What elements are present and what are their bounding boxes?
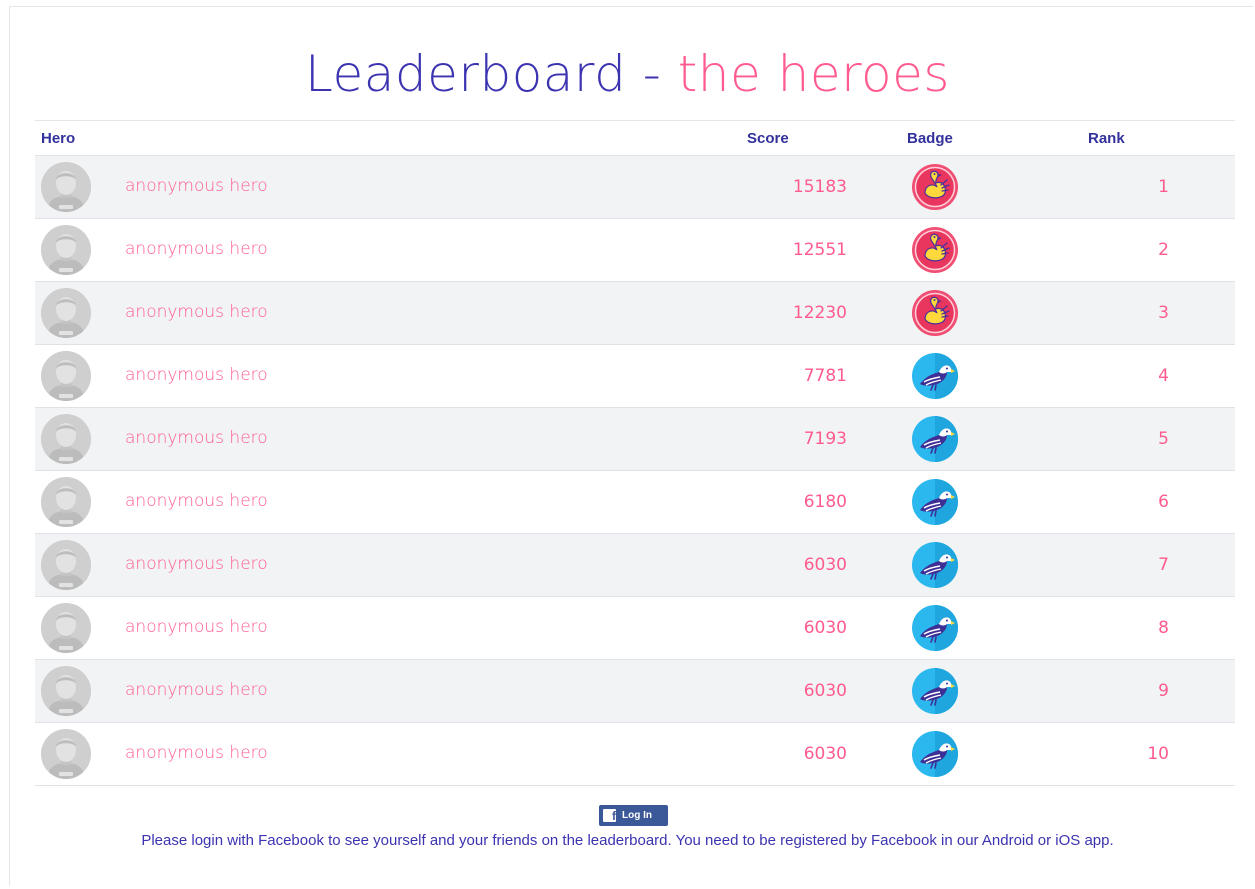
table-row: anonymous hero 7193 5 bbox=[35, 408, 1235, 471]
table-row: anonymous hero 7781 4 bbox=[35, 345, 1235, 408]
hero-rank: 9 bbox=[1158, 681, 1169, 701]
hero-score: 7781 bbox=[803, 366, 847, 386]
eagle-badge-icon bbox=[911, 604, 959, 652]
avatar-icon bbox=[41, 225, 91, 275]
hero-name: anonymous hero bbox=[125, 428, 268, 448]
eagle-badge-icon bbox=[911, 478, 959, 526]
eagle-badge-icon bbox=[911, 541, 959, 589]
title-leaderboard: Leaderboard - bbox=[305, 45, 678, 103]
login-note: Please login with Facebook to see yourse… bbox=[141, 832, 1114, 849]
hero-name: anonymous hero bbox=[125, 365, 268, 385]
table-row: anonymous hero 6180 6 bbox=[35, 471, 1235, 534]
eagle-badge-icon bbox=[911, 667, 959, 715]
column-header-hero: Hero bbox=[41, 130, 76, 147]
swan-badge-icon bbox=[911, 226, 959, 274]
table-header: Hero Score Badge Rank bbox=[35, 121, 1235, 156]
hero-name: anonymous hero bbox=[125, 176, 268, 196]
page-title: Leaderboard - the heroes bbox=[0, 44, 1255, 104]
hero-score: 6030 bbox=[803, 744, 847, 764]
hero-name: anonymous hero bbox=[125, 239, 268, 259]
hero-rank: 10 bbox=[1147, 744, 1169, 764]
table-row: anonymous hero 6030 7 bbox=[35, 534, 1235, 597]
column-header-badge: Badge bbox=[907, 130, 953, 147]
swan-badge-icon bbox=[911, 289, 959, 337]
avatar-icon bbox=[41, 540, 91, 590]
hero-name: anonymous hero bbox=[125, 680, 268, 700]
hero-name: anonymous hero bbox=[125, 491, 268, 511]
column-header-rank: Rank bbox=[1088, 130, 1125, 147]
facebook-login-button[interactable]: f Log In bbox=[599, 805, 668, 826]
hero-score: 12230 bbox=[792, 303, 847, 323]
hero-rank: 3 bbox=[1158, 303, 1169, 323]
avatar-icon bbox=[41, 477, 91, 527]
table-row: anonymous hero 12551 2 bbox=[35, 219, 1235, 282]
hero-rank: 8 bbox=[1158, 618, 1169, 638]
table-body: anonymous hero 15183 1 anonymous hero 12551 2… bbox=[35, 156, 1235, 786]
hero-score: 6180 bbox=[803, 492, 847, 512]
leaderboard-table: Hero Score Badge Rank anonymous hero 1518… bbox=[35, 120, 1235, 786]
avatar-icon bbox=[41, 603, 91, 653]
avatar-icon bbox=[41, 351, 91, 401]
table-row: anonymous hero 6030 8 bbox=[35, 597, 1235, 660]
hero-score: 6030 bbox=[803, 555, 847, 575]
hero-rank: 6 bbox=[1158, 492, 1169, 512]
avatar-icon bbox=[41, 162, 91, 212]
eagle-badge-icon bbox=[911, 415, 959, 463]
hero-rank: 1 bbox=[1158, 177, 1169, 197]
login-label: Log In bbox=[622, 810, 652, 821]
hero-name: anonymous hero bbox=[125, 743, 268, 763]
hero-score: 15183 bbox=[792, 177, 847, 197]
hero-score: 6030 bbox=[803, 618, 847, 638]
avatar-icon bbox=[41, 288, 91, 338]
hero-name: anonymous hero bbox=[125, 617, 268, 637]
hero-score: 7193 bbox=[803, 429, 847, 449]
hero-rank: 5 bbox=[1158, 429, 1169, 449]
hero-score: 12551 bbox=[792, 240, 847, 260]
table-row: anonymous hero 12230 3 bbox=[35, 282, 1235, 345]
avatar-icon bbox=[41, 414, 91, 464]
avatar-icon bbox=[41, 729, 91, 779]
facebook-icon: f bbox=[603, 809, 616, 822]
hero-name: anonymous hero bbox=[125, 554, 268, 574]
title-heroes: the heroes bbox=[677, 45, 950, 103]
table-row: anonymous hero 15183 1 bbox=[35, 156, 1235, 219]
hero-rank: 2 bbox=[1158, 240, 1169, 260]
hero-name: anonymous hero bbox=[125, 302, 268, 322]
hero-rank: 7 bbox=[1158, 555, 1169, 575]
table-row: anonymous hero 6030 10 bbox=[35, 723, 1235, 786]
avatar-icon bbox=[41, 666, 91, 716]
column-header-score: Score bbox=[747, 130, 789, 147]
eagle-badge-icon bbox=[911, 352, 959, 400]
hero-rank: 4 bbox=[1158, 366, 1169, 386]
hero-score: 6030 bbox=[803, 681, 847, 701]
eagle-badge-icon bbox=[911, 730, 959, 778]
table-row: anonymous hero 6030 9 bbox=[35, 660, 1235, 723]
swan-badge-icon bbox=[911, 163, 959, 211]
